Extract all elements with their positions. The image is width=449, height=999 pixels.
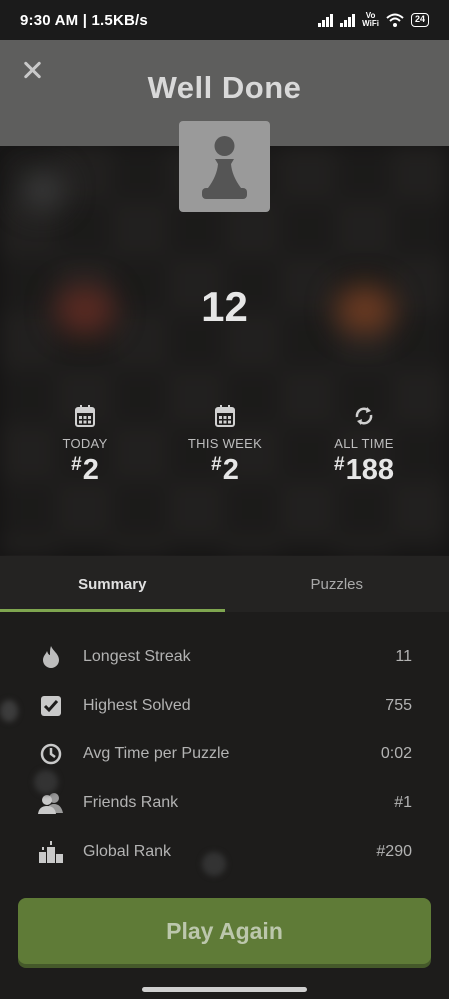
calendar-icon <box>215 405 235 427</box>
stat-label: Highest Solved <box>83 696 191 714</box>
rank-value: #188 <box>334 454 394 486</box>
stat-row-highest-solved: Highest Solved 755 <box>0 682 449 731</box>
blurred-piece <box>0 700 18 722</box>
signal-icon <box>318 13 334 27</box>
puzzle-score: 12 <box>201 283 248 330</box>
ranks-row: TODAY #2 THIS WEEK #2 ALL TIME #188 <box>0 405 449 495</box>
stat-row-avg-time: Avg Time per Puzzle 0:02 <box>0 730 449 779</box>
blurred-piece <box>20 170 65 210</box>
blurred-piece <box>34 770 58 794</box>
rank-label: ALL TIME <box>334 436 394 451</box>
home-indicator[interactable] <box>142 987 307 992</box>
stat-label: Avg Time per Puzzle <box>83 745 230 763</box>
calendar-icon <box>75 405 95 427</box>
stat-row-friends-rank: Friends Rank #1 <box>0 779 449 828</box>
page-title: Well Done <box>147 70 302 105</box>
rank-this-week: THIS WEEK #2 <box>165 405 285 487</box>
clock-icon <box>40 744 62 765</box>
play-again-button[interactable]: Play Again <box>18 898 431 964</box>
vowifi-label: Vo WiFi <box>362 11 379 28</box>
status-time: 9:30 AM | 1.5KB/s <box>20 11 148 29</box>
refresh-icon <box>355 407 373 425</box>
podium-icon <box>39 840 63 863</box>
stat-label: Longest Streak <box>83 648 191 666</box>
rank-label: TODAY <box>62 436 108 451</box>
battery-icon: 24 <box>410 13 429 27</box>
rank-value: #2 <box>211 454 239 486</box>
stat-label: Global Rank <box>83 842 172 860</box>
pawn-badge <box>179 121 270 212</box>
stat-value: 11 <box>395 648 412 666</box>
status-bar: 9:30 AM | 1.5KB/s Vo WiFi 24 <box>0 0 449 40</box>
signal-icon <box>340 13 356 27</box>
wifi-icon <box>386 13 404 27</box>
blurred-piece <box>202 852 226 876</box>
rank-all-time: ALL TIME #188 <box>304 405 424 487</box>
friends-icon <box>38 793 63 815</box>
stat-row-longest-streak: Longest Streak 11 <box>0 633 449 682</box>
tab-summary[interactable]: Summary <box>0 556 225 612</box>
rank-label: THIS WEEK <box>187 436 263 451</box>
tab-bar: Summary Puzzles <box>0 556 449 612</box>
checkbox-icon <box>41 695 61 716</box>
stat-value: 0:02 <box>380 745 412 763</box>
rank-today: TODAY #2 <box>25 405 145 487</box>
status-icons: Vo WiFi 24 <box>318 12 429 28</box>
stat-value: 755 <box>385 696 412 714</box>
rank-value: #2 <box>71 454 99 486</box>
stats-list: Longest Streak 11 Highest Solved 755 Avg… <box>0 633 449 876</box>
stat-value: #290 <box>376 842 412 860</box>
pawn-icon <box>202 136 247 199</box>
flame-icon <box>43 646 59 669</box>
stat-value: #1 <box>394 794 412 812</box>
tab-puzzles[interactable]: Puzzles <box>225 556 449 612</box>
stat-label: Friends Rank <box>83 794 179 812</box>
